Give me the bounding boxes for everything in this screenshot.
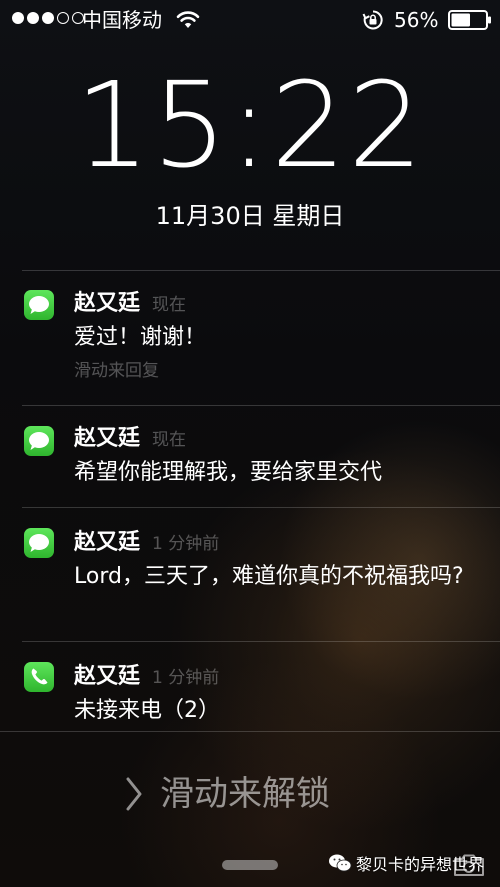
notification-item[interactable]: 赵又廷 现在 爱过！谢谢！ 滑动来回复	[0, 270, 500, 405]
divider	[0, 731, 500, 732]
battery-percent: 56%	[394, 8, 439, 32]
notification-time: 1 分钟前	[152, 668, 220, 688]
notification-message: 爱过！谢谢！	[74, 325, 207, 350]
signal-dot	[12, 12, 24, 24]
notification-sender: 赵又廷 现在	[74, 290, 186, 319]
notification-item[interactable]: 赵又廷 1 分钟前 Lord，三天了，难道你真的不祝福我吗?	[0, 507, 500, 641]
status-bar: 中国移动 56%	[0, 0, 500, 40]
camera-icon[interactable]	[452, 852, 486, 878]
messages-icon	[24, 290, 54, 320]
notification-time: 1 分钟前	[152, 534, 220, 554]
notification-sender-name: 赵又廷	[74, 664, 141, 689]
lock-screen-time: 15:22	[74, 56, 426, 194]
control-center-grabber[interactable]	[222, 860, 278, 870]
notification-sender: 赵又廷 1 分钟前	[74, 529, 219, 558]
notification-message: Lord，三天了，难道你真的不祝福我吗?	[74, 564, 464, 589]
rotation-lock-icon	[362, 10, 383, 30]
slide-to-unlock[interactable]: 滑动来解锁	[0, 768, 500, 820]
notification-sender-name: 赵又廷	[74, 530, 141, 555]
phone-icon	[24, 662, 54, 692]
notification-item[interactable]: 赵又廷 1 分钟前 未接来电（2）	[0, 641, 500, 731]
lock-screen-date: 11月30日 星期日	[155, 202, 345, 230]
chevron-right-icon	[126, 777, 142, 811]
notification-sender-name: 赵又廷	[74, 426, 141, 451]
signal-strength	[12, 12, 84, 24]
notification-item[interactable]: 赵又廷 现在 希望你能理解我，要给家里交代	[0, 405, 500, 507]
notification-sender: 赵又廷 现在	[74, 425, 186, 454]
slide-to-unlock-label: 滑动来解锁	[160, 774, 330, 814]
slide-to-reply-hint[interactable]: 滑动来回复	[74, 360, 159, 382]
notification-message: 未接来电（2）	[74, 698, 220, 723]
notification-sender: 赵又廷 1 分钟前	[74, 663, 219, 692]
wechat-icon	[329, 854, 352, 872]
messages-icon	[24, 426, 54, 456]
signal-dot	[42, 12, 54, 24]
messages-icon	[24, 528, 54, 558]
battery-icon	[448, 10, 491, 30]
notification-time: 现在	[152, 295, 187, 315]
notification-message: 希望你能理解我，要给家里交代	[74, 460, 383, 485]
notification-time: 现在	[152, 430, 187, 450]
carrier-name: 中国移动	[82, 8, 162, 32]
wifi-icon	[176, 11, 200, 28]
notification-sender-name: 赵又廷	[74, 291, 141, 316]
signal-dot	[27, 12, 39, 24]
signal-dot	[57, 12, 69, 24]
